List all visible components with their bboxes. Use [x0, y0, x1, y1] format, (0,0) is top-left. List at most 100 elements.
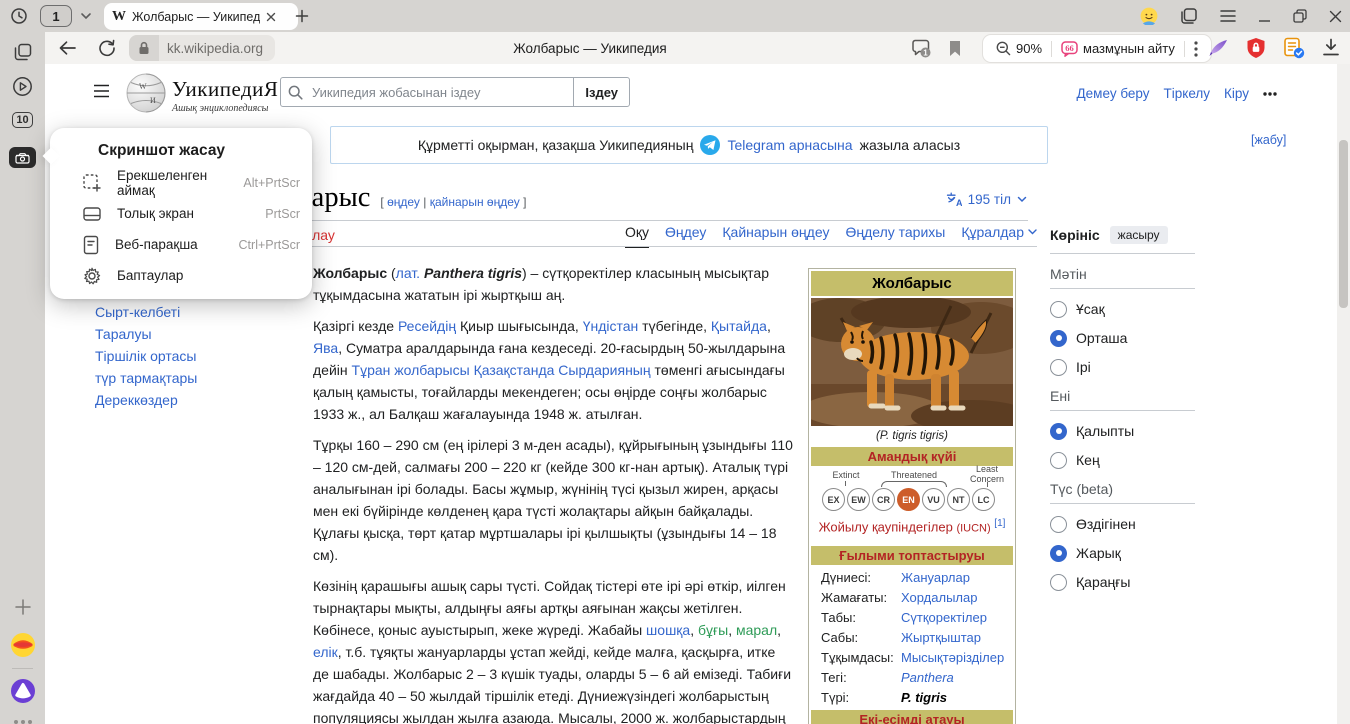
chats-panel-icon[interactable]: 1 [910, 37, 934, 59]
zoom-control[interactable]: 90% [987, 41, 1051, 56]
article-link[interactable]: Қазақстанда [474, 362, 555, 378]
profile-avatar[interactable] [1140, 7, 1158, 25]
telegram-channel-link[interactable]: Telegram арнасына [727, 137, 852, 153]
radio-option[interactable]: Өздігінен [1050, 515, 1195, 533]
reload-button[interactable] [95, 37, 119, 59]
more-options-kebab-icon[interactable] [1185, 41, 1207, 57]
radio-icon[interactable] [1050, 516, 1067, 533]
tab-edit-source[interactable]: Қайнарын өңдеу [722, 224, 829, 246]
video-play-icon[interactable] [0, 76, 45, 97]
tab-counter[interactable]: 1 [40, 5, 72, 27]
article-link[interactable]: марал [736, 622, 777, 638]
history-clock-icon[interactable] [10, 7, 28, 25]
tab-close-icon[interactable] [266, 12, 276, 22]
login-link[interactable]: Кіру [1224, 86, 1249, 101]
screenshot-tool-icon[interactable] [0, 147, 45, 168]
status-code[interactable]: LC [972, 488, 995, 511]
bookmark-flag-icon[interactable] [943, 37, 967, 59]
address-bar[interactable]: kk.wikipedia.org [129, 35, 275, 61]
article-link[interactable]: Ява [313, 340, 338, 356]
article-link[interactable]: елік [313, 644, 338, 660]
radio-icon[interactable] [1050, 574, 1067, 591]
yandex-mail-icon[interactable] [0, 632, 45, 658]
article-link[interactable]: Қытайда [711, 318, 767, 334]
menu-item-fullscreen[interactable]: Толық экран PrtScr [50, 198, 312, 229]
article-link[interactable]: бұғы [698, 622, 728, 638]
article-link[interactable]: Сырдарияның [558, 362, 650, 378]
add-panel-icon[interactable] [0, 598, 45, 616]
search-input[interactable] [310, 84, 573, 101]
new-tab-button[interactable] [292, 6, 312, 26]
radio-selected-icon[interactable] [1050, 545, 1067, 562]
taxon-link[interactable]: Panthera [901, 670, 954, 686]
appearance-hide-button[interactable]: жасыру [1110, 226, 1168, 244]
article-link[interactable]: лат. [396, 265, 420, 281]
status-code[interactable]: EX [822, 488, 845, 511]
tab-history[interactable]: Өңделу тарихы [845, 224, 945, 246]
radio-selected-icon[interactable] [1050, 330, 1067, 347]
page-scrollbar-thumb[interactable] [1339, 140, 1348, 308]
wikipedia-globe-logo[interactable]: WИ [125, 72, 167, 114]
radio-icon[interactable] [1050, 452, 1067, 469]
search-button[interactable]: Іздеу [573, 78, 629, 106]
window-close-button[interactable] [1329, 10, 1342, 23]
menu-item-region[interactable]: Ерекшеленген аймақ Alt+PrtScr [50, 167, 312, 198]
status-code[interactable]: EW [847, 488, 870, 511]
menu-item-settings[interactable]: Баптаулар [50, 260, 312, 291]
article-link[interactable]: шошқа [646, 622, 690, 638]
taxon-link[interactable]: Хордалылар [901, 590, 977, 606]
status-code[interactable]: VU [922, 488, 945, 511]
radio-option[interactable]: Қалыпты [1050, 422, 1195, 440]
yandex-pen-icon[interactable] [1207, 38, 1229, 58]
protect-shield-icon[interactable] [1246, 37, 1266, 59]
radio-selected-icon[interactable] [1050, 423, 1067, 440]
back-button[interactable] [55, 37, 79, 59]
menu-hamburger-icon[interactable] [1220, 9, 1236, 23]
more-user-links-icon[interactable] [1263, 92, 1277, 96]
status-reference[interactable]: [1] [994, 518, 1005, 529]
radio-option[interactable]: Ұсақ [1050, 300, 1195, 318]
calendar-date-icon[interactable]: 10 [0, 112, 45, 128]
radio-icon[interactable] [1050, 359, 1067, 376]
radio-option[interactable]: Орташа [1050, 329, 1195, 347]
downloads-icon[interactable] [1322, 38, 1340, 57]
wiki-wordmark[interactable]: УикипедиЯ Ашық энциклопедиясы [172, 77, 278, 114]
article-link[interactable]: Үндістан [583, 318, 639, 334]
banner-close-link[interactable]: [жабу] [1251, 133, 1286, 147]
endangered-link[interactable]: Жойылу қаупіндегілер [819, 519, 953, 534]
tab-list-chevron-icon[interactable] [80, 12, 92, 20]
article-link[interactable]: Ресейдің [398, 318, 456, 334]
side-panels-icon[interactable] [1180, 7, 1198, 25]
status-code-active[interactable]: EN [897, 488, 920, 511]
tiger-image[interactable] [811, 298, 1013, 426]
toc-item[interactable]: Дереккөздер [95, 389, 265, 411]
article-link[interactable]: Тұран жолбарысы [352, 362, 470, 378]
toc-item[interactable]: Таралуы [95, 323, 265, 345]
toc-item[interactable]: түр тармақтары [95, 367, 265, 389]
wiki-main-menu-hamburger[interactable] [93, 84, 110, 98]
alice-assistant-icon[interactable] [0, 678, 45, 704]
taxon-link[interactable]: Жыртқыштар [901, 630, 981, 646]
status-code[interactable]: CR [872, 488, 895, 511]
menu-item-webpage[interactable]: Веб-парақша Ctrl+PrtScr [50, 229, 312, 260]
toc-item[interactable]: Сырт-келбеті [95, 301, 265, 323]
read-aloud-control[interactable]: 66 мазмұнын айту [1052, 41, 1184, 57]
donate-link[interactable]: Демеу беру [1077, 86, 1150, 101]
browser-tab[interactable]: W Жолбарыс — Уикипеди [104, 3, 298, 30]
taxon-link[interactable]: Мысықтәрізділер [901, 650, 1004, 666]
translate-page-icon[interactable] [1283, 37, 1305, 59]
tab-tools[interactable]: Құралдар [961, 224, 1037, 246]
edit-link[interactable]: өңдеу [387, 195, 420, 209]
radio-icon[interactable] [1050, 301, 1067, 318]
lock-icon[interactable] [129, 35, 159, 61]
toc-item[interactable]: Тіршілік ортасы [95, 345, 265, 367]
tab-groups-icon[interactable] [0, 42, 45, 62]
radio-option[interactable]: Ірі [1050, 358, 1195, 376]
tab-edit[interactable]: Өңдеу [665, 224, 706, 246]
language-selector[interactable]: A 195 тіл [895, 192, 1027, 207]
status-code[interactable]: NT [947, 488, 970, 511]
taxon-link[interactable]: Сүтқоректілер [901, 610, 987, 626]
window-minimize-button[interactable] [1258, 10, 1271, 23]
register-link[interactable]: Тіркелу [1164, 86, 1211, 101]
tab-read[interactable]: Оқу [625, 224, 649, 248]
